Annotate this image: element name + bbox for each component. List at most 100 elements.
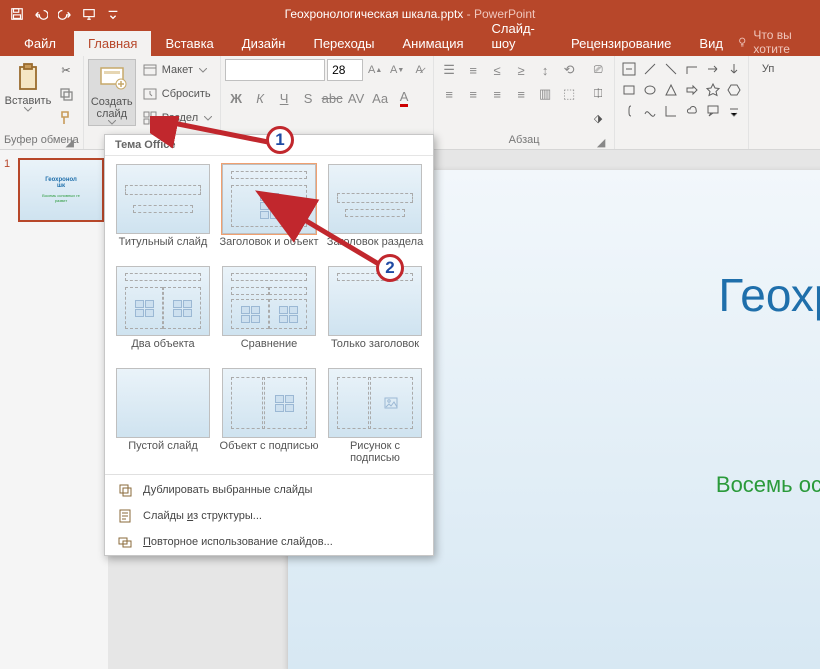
save-button[interactable]	[6, 3, 28, 25]
spacing-icon: AV	[348, 91, 364, 106]
tab-slideshow[interactable]: Слайд-шоу	[478, 16, 558, 56]
smartart-button[interactable]: ⬚	[558, 83, 580, 105]
line-spacing-button[interactable]: ↕	[534, 59, 556, 81]
spacing-button[interactable]: AV	[345, 87, 367, 109]
convert-smartart-button[interactable]: ⬗	[586, 107, 610, 129]
tell-me-search[interactable]: Что вы хотите	[737, 28, 820, 56]
group-drawing	[615, 56, 749, 149]
align-right-button[interactable]: ≡	[486, 83, 508, 105]
font-size-input[interactable]	[327, 59, 363, 81]
strike-button[interactable]: abc	[321, 87, 343, 109]
group-editing: Уп	[749, 56, 787, 149]
list-level-button[interactable]: ⎅	[586, 83, 610, 105]
shape-star[interactable]	[703, 80, 723, 100]
quick-access-toolbar	[0, 3, 130, 25]
font-color-button[interactable]: A	[393, 87, 415, 109]
bullets-button[interactable]: ☰	[438, 59, 460, 81]
paste-button[interactable]: Вставить	[4, 59, 52, 112]
shape-rect[interactable]	[619, 80, 639, 100]
layout-title-slide[interactable]: Титульный слайд	[113, 164, 213, 260]
shape-line2[interactable]	[661, 59, 681, 79]
clear-format-button[interactable]: A̷	[409, 59, 429, 81]
layout-blank[interactable]: Пустой слайд	[113, 368, 213, 464]
shadow-button[interactable]: S	[297, 87, 319, 109]
decrease-indent-button[interactable]: ≤	[486, 59, 508, 81]
new-slide-button[interactable]: Создать слайд	[88, 59, 136, 126]
justify-button[interactable]: ≡	[510, 83, 532, 105]
tab-home[interactable]: Главная	[74, 31, 151, 56]
numbering-button[interactable]: ≡	[462, 59, 484, 81]
reset-button[interactable]: Сбросить	[138, 83, 216, 105]
clipboard-launcher[interactable]: ◢	[63, 135, 77, 149]
layout-comparison[interactable]: Сравнение	[219, 266, 319, 362]
shape-cloud[interactable]	[682, 101, 702, 121]
shrink-font-button[interactable]: A▼	[387, 59, 407, 81]
columns-button[interactable]: ▥	[534, 83, 556, 105]
shape-curve[interactable]	[640, 101, 660, 121]
undo-button[interactable]	[30, 3, 52, 25]
scissors-icon: ✂	[58, 62, 74, 78]
text-direction-button[interactable]: ⟲	[558, 59, 580, 81]
increase-indent-button[interactable]: ≥	[510, 59, 532, 81]
annotation-badge-2: 2	[376, 254, 404, 282]
layout-title-content[interactable]: Заголовок и объект	[219, 164, 319, 260]
tab-animations[interactable]: Анимация	[388, 31, 477, 56]
shape-hexagon[interactable]	[724, 80, 744, 100]
section-icon	[142, 110, 158, 126]
shape-oval[interactable]	[640, 80, 660, 100]
chevron-down-icon	[199, 68, 207, 73]
tab-review[interactable]: Рецензирование	[557, 31, 685, 56]
align-left-icon: ≡	[445, 87, 453, 102]
bulb-icon	[737, 35, 747, 49]
layout-button[interactable]: Макет	[138, 59, 216, 81]
tab-view[interactable]: Вид	[685, 31, 737, 56]
layout-title-only[interactable]: Только заголовок	[325, 266, 425, 362]
slide-thumbnail-1[interactable]: Геохронол шк Восемь основных ге развит	[18, 158, 104, 222]
cut-button[interactable]: ✂	[54, 59, 78, 81]
shape-textbox[interactable]	[619, 59, 639, 79]
bullets-icon: ☰	[443, 62, 455, 78]
tab-design[interactable]: Дизайн	[228, 31, 300, 56]
layout-section-header[interactable]: Заголовок раздела	[325, 164, 425, 260]
redo-button[interactable]	[54, 3, 76, 25]
grow-font-button[interactable]: A▲	[365, 59, 385, 81]
italic-button[interactable]: К	[249, 87, 271, 109]
section-button[interactable]: Раздел	[138, 107, 216, 129]
shape-connector2[interactable]	[661, 101, 681, 121]
shape-brace[interactable]	[619, 101, 639, 121]
start-slideshow-button[interactable]	[78, 3, 100, 25]
format-painter-button[interactable]	[54, 107, 78, 129]
tab-insert[interactable]: Вставка	[151, 31, 227, 56]
paragraph-launcher[interactable]: ◢	[594, 135, 608, 149]
layout-picture-caption[interactable]: Рисунок с подписью	[325, 368, 425, 464]
shape-callout[interactable]	[703, 101, 723, 121]
layout-two-content[interactable]: Два объекта	[113, 266, 213, 362]
group-clipboard: Вставить ✂ Буфер обмена◢	[0, 56, 84, 149]
font-name-input[interactable]	[225, 59, 325, 81]
change-case-button[interactable]: Aa	[369, 87, 391, 109]
shape-arrow-down[interactable]	[724, 59, 744, 79]
document-name: Геохронологическая шкала.pptx	[285, 7, 464, 21]
slides-from-outline-item[interactable]: Слайды из структуры...	[105, 503, 433, 529]
qat-customize-button[interactable]	[102, 3, 124, 25]
shape-connector[interactable]	[682, 59, 702, 79]
new-slide-layout-menu: Тема Office Титульный слайд Заголовок и …	[104, 134, 434, 556]
tab-transitions[interactable]: Переходы	[299, 31, 388, 56]
align-center-button[interactable]: ≡	[462, 83, 484, 105]
align-text-button[interactable]: ⎚	[586, 59, 610, 81]
align-left-button[interactable]: ≡	[438, 83, 460, 105]
underline-button[interactable]: Ч	[273, 87, 295, 109]
copy-button[interactable]	[54, 83, 78, 105]
reuse-slides-item[interactable]: Повторное использование слайдов...	[105, 529, 433, 555]
shape-triangle[interactable]	[661, 80, 681, 100]
layout-content-caption[interactable]: Объект с подписью	[219, 368, 319, 464]
shape-line[interactable]	[640, 59, 660, 79]
shape-rarrow[interactable]	[682, 80, 702, 100]
duplicate-slides-item[interactable]: Дублировать выбранные слайды	[105, 477, 433, 503]
editing-button[interactable]: Уп	[753, 59, 783, 75]
shapes-more[interactable]	[724, 101, 744, 121]
shapes-gallery[interactable]	[619, 59, 744, 121]
tab-file[interactable]: Файл	[6, 31, 74, 56]
bold-button[interactable]: Ж	[225, 87, 247, 109]
shape-arrow[interactable]	[703, 59, 723, 79]
